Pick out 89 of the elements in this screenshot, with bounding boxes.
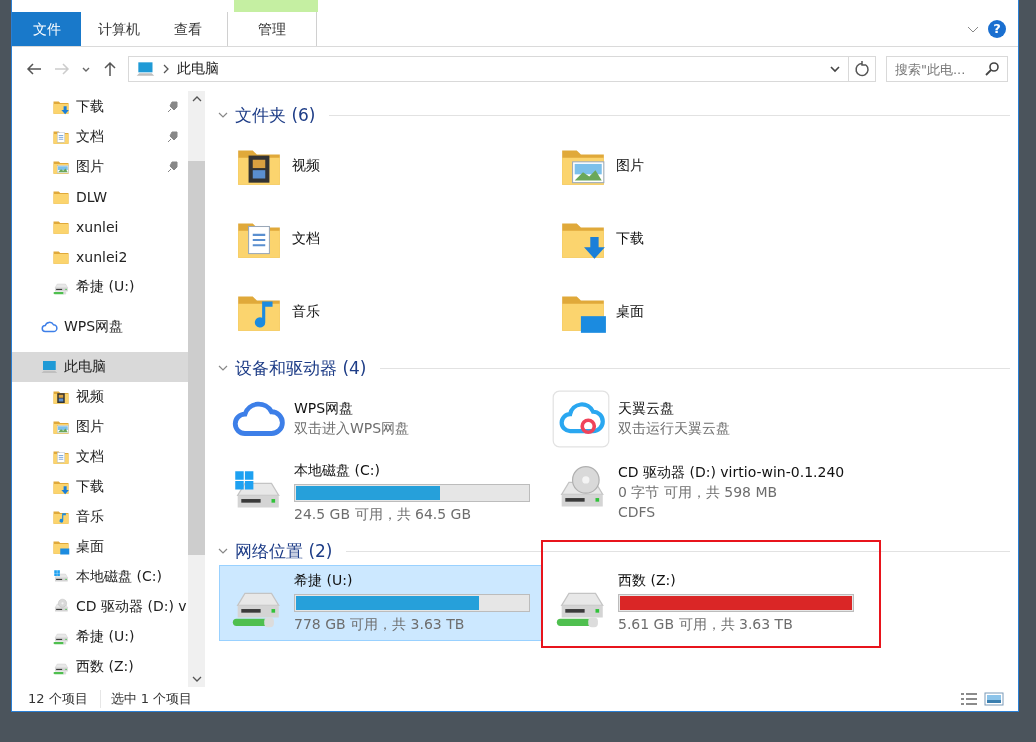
item-name: 希捷 (U:): [294, 572, 354, 590]
drive-tile[interactable]: 本地磁盘 (C:) 24.5 GB 可用，共 64.5 GB: [219, 455, 543, 531]
video-folder-icon: [52, 388, 70, 406]
filesystem-text: CDFS: [618, 503, 657, 520]
search-icon[interactable]: [984, 61, 1000, 77]
details-view-icon[interactable]: [960, 691, 978, 707]
drive-tile[interactable]: 文档: [219, 202, 543, 275]
group-header[interactable]: 网络位置 (2): [235, 539, 333, 563]
nav-item[interactable]: 希捷 (U:): [12, 272, 188, 302]
ribbon-tab[interactable]: 计算机: [81, 12, 157, 46]
nav-item[interactable]: 文档: [12, 122, 188, 152]
nav-item[interactable]: 下载: [12, 472, 188, 502]
item-name: 下载: [616, 229, 644, 248]
picture-folder-icon: [52, 418, 70, 436]
breadcrumb-item[interactable]: 此电脑: [177, 60, 219, 78]
drive-tile[interactable]: 希捷 (U:) 778 GB 可用，共 3.63 TB: [219, 565, 543, 641]
document-folder-icon: [52, 128, 70, 146]
drive-tile[interactable]: CD 驱动器 (D:) virtio-win-0.1.240 0 字节 可用，共 598 MB CDFS: [543, 455, 867, 528]
item-name: WPS网盘: [294, 399, 355, 418]
nav-item[interactable]: DLW: [12, 182, 188, 212]
group-header[interactable]: 设备和驱动器 (4): [235, 356, 367, 380]
ribbon-tab[interactable]: 管理: [227, 12, 317, 46]
drive-tile[interactable]: 音乐: [219, 275, 543, 348]
item-name: 西数 (Z:): [618, 572, 677, 590]
search-field[interactable]: 搜索"此电...: [886, 56, 1008, 82]
breadcrumb-chevron-icon[interactable]: [161, 63, 171, 75]
free-space-text: 0 字节 可用，共 598 MB: [618, 483, 779, 502]
computer-icon: [135, 59, 155, 79]
nav-item[interactable]: WPS网盘: [12, 312, 188, 342]
drive-tile[interactable]: 下载: [543, 202, 867, 275]
document-folder-icon: [52, 448, 70, 466]
scroll-down-icon[interactable]: [191, 675, 202, 683]
pin-icon[interactable]: [167, 131, 179, 143]
nav-item[interactable]: 音乐: [12, 502, 188, 532]
picture-folder-icon: [52, 158, 70, 176]
help-button[interactable]: ?: [988, 20, 1006, 38]
item-description: 双击运行天翼云盘: [618, 419, 730, 438]
item-name: CD 驱动器 (D:) virtio-win-0.1.240: [618, 463, 845, 482]
desktop-folder-icon: [52, 538, 70, 556]
drive-tile[interactable]: 桌面: [543, 275, 867, 348]
folder-icon: [52, 188, 70, 206]
drive-tile[interactable]: 天翼云盘 双击运行天翼云盘: [543, 382, 867, 455]
drive-tile[interactable]: 西数 (Z:) 5.61 GB 可用，共 3.63 TB: [543, 565, 867, 641]
nav-item[interactable]: 希捷 (U:): [12, 622, 188, 652]
computer-icon: [40, 358, 58, 376]
folder-icon: [52, 248, 70, 266]
free-space-text: 24.5 GB 可用，共 64.5 GB: [294, 506, 473, 524]
nav-item[interactable]: 下载: [12, 92, 188, 122]
nav-item[interactable]: 桌面: [12, 532, 188, 562]
drive-tile[interactable]: 图片: [543, 129, 867, 202]
nav-item[interactable]: CD 驱动器 (D:) v: [12, 592, 188, 622]
pin-icon[interactable]: [167, 161, 179, 173]
item-count: 12 个项目: [28, 690, 88, 708]
ribbon-tab[interactable]: 查看: [157, 12, 219, 46]
scrollbar[interactable]: [188, 91, 205, 687]
pin-icon[interactable]: [167, 101, 179, 113]
download-folder-icon: [52, 98, 70, 116]
folder-icon: [52, 218, 70, 236]
group-header[interactable]: 文件夹 (6): [235, 103, 316, 127]
item-name: 音乐: [292, 302, 320, 321]
download-folder-icon: [52, 478, 70, 496]
nav-item[interactable]: xunlei2: [12, 242, 188, 272]
item-name: 图片: [616, 156, 644, 175]
nav-item[interactable]: 文档: [12, 442, 188, 472]
nav-item[interactable]: 视频: [12, 382, 188, 412]
nav-item[interactable]: 此电脑: [12, 352, 188, 382]
refresh-icon[interactable]: [853, 60, 871, 78]
address-bar[interactable]: 此电脑: [128, 56, 876, 82]
item-description: 双击进入WPS网盘: [294, 419, 410, 438]
free-space-text: 778 GB 可用，共 3.63 TB: [294, 616, 466, 634]
item-name: 本地磁盘 (C:): [294, 462, 381, 480]
nav-item[interactable]: 西数 (Z:): [12, 652, 188, 682]
nav-item[interactable]: 图片: [12, 152, 188, 182]
drive-tile[interactable]: 视频: [219, 129, 543, 202]
large-icons-view-icon[interactable]: [984, 691, 1004, 707]
ribbon-tab[interactable]: 文件: [12, 12, 81, 46]
item-name: 桌面: [616, 302, 644, 321]
selection-count: 选中 1 个项目: [99, 690, 193, 708]
item-name: 视频: [292, 156, 320, 175]
nav-item[interactable]: 本地磁盘 (C:): [12, 562, 188, 592]
item-name: 文档: [292, 229, 320, 248]
scroll-up-icon[interactable]: [191, 95, 202, 103]
music-folder-icon: [52, 508, 70, 526]
free-space-text: 5.61 GB 可用，共 3.63 TB: [618, 616, 794, 634]
drive-tile[interactable]: WPS网盘 双击进入WPS网盘: [219, 382, 543, 455]
item-name: 天翼云盘: [618, 399, 675, 418]
nav-item[interactable]: 图片: [12, 412, 188, 442]
cloud-app-icon: [552, 389, 610, 448]
nav-item[interactable]: xunlei: [12, 212, 188, 242]
